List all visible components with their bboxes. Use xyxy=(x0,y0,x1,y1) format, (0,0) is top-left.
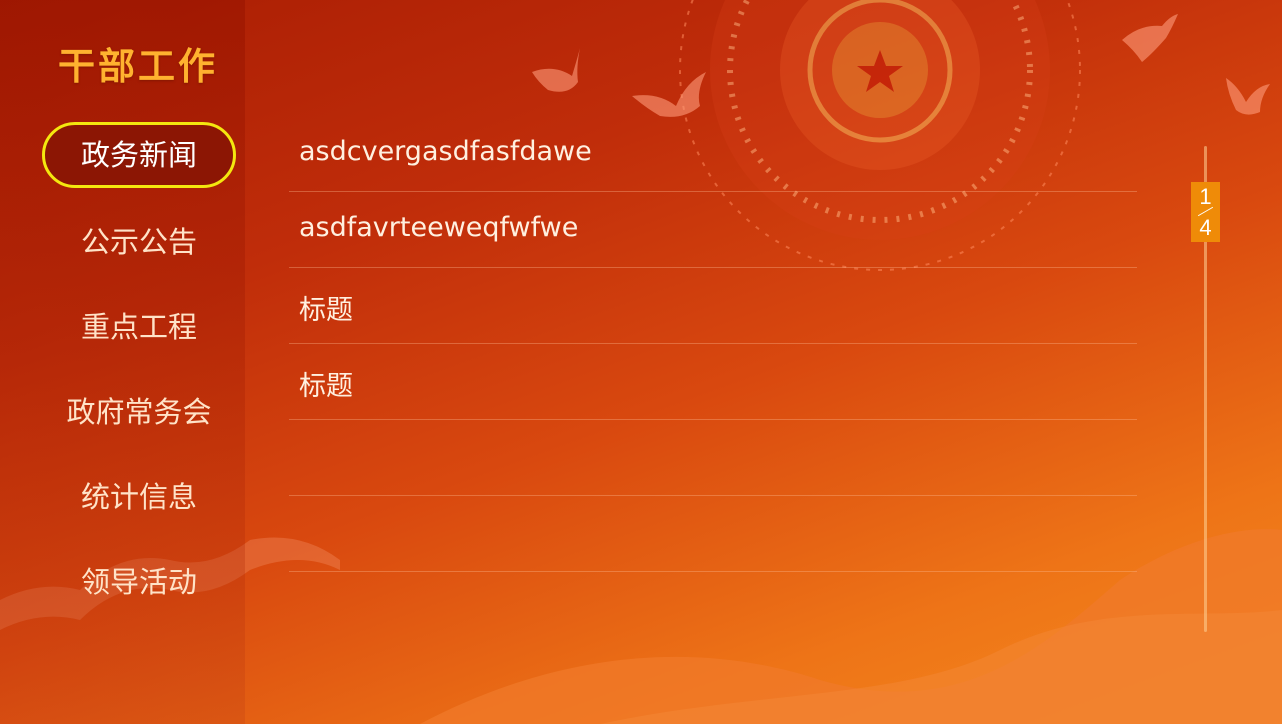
list-item-title[interactable]: asdcvergasdfasfdawe xyxy=(299,136,592,167)
sidebar-item-executive-meetings[interactable]: 政府常务会 xyxy=(42,379,236,445)
sidebar-item-announcements[interactable]: 公示公告 xyxy=(42,209,236,275)
list-item[interactable]: 标题 xyxy=(289,344,1137,420)
list-item-title[interactable]: 标题 xyxy=(299,364,353,403)
sidebar-item-statistics[interactable]: 统计信息 xyxy=(42,464,236,530)
sidebar-item-government-news[interactable]: 政务新闻 xyxy=(42,122,236,188)
sidebar-item-key-projects[interactable]: 重点工程 xyxy=(42,294,236,360)
list-item xyxy=(289,496,1137,572)
list-item xyxy=(289,420,1137,496)
page-indicator[interactable]: 1 4 xyxy=(1191,182,1220,242)
app-screen: 干部工作 政务新闻 公示公告 重点工程 政府常务会 统计信息 领导活动 asdc… xyxy=(0,0,1282,724)
list-item[interactable]: asdcvergasdfasfdawe xyxy=(289,116,1137,192)
list-item[interactable]: 标题 xyxy=(289,268,1137,344)
news-list: asdcvergasdfasfdawe asdfavrteeweqfwfwe 标… xyxy=(289,116,1137,572)
page-title: 干部工作 xyxy=(58,45,218,88)
total-pages: 4 xyxy=(1199,215,1212,240)
list-item[interactable]: asdfavrteeweqfwfwe xyxy=(289,192,1137,268)
list-item-title[interactable]: asdfavrteeweqfwfwe xyxy=(299,212,578,243)
sidebar xyxy=(0,0,245,724)
sidebar-item-leader-activities[interactable]: 领导活动 xyxy=(42,549,236,615)
current-page: 1 xyxy=(1199,184,1212,209)
list-item-title[interactable]: 标题 xyxy=(299,288,353,327)
